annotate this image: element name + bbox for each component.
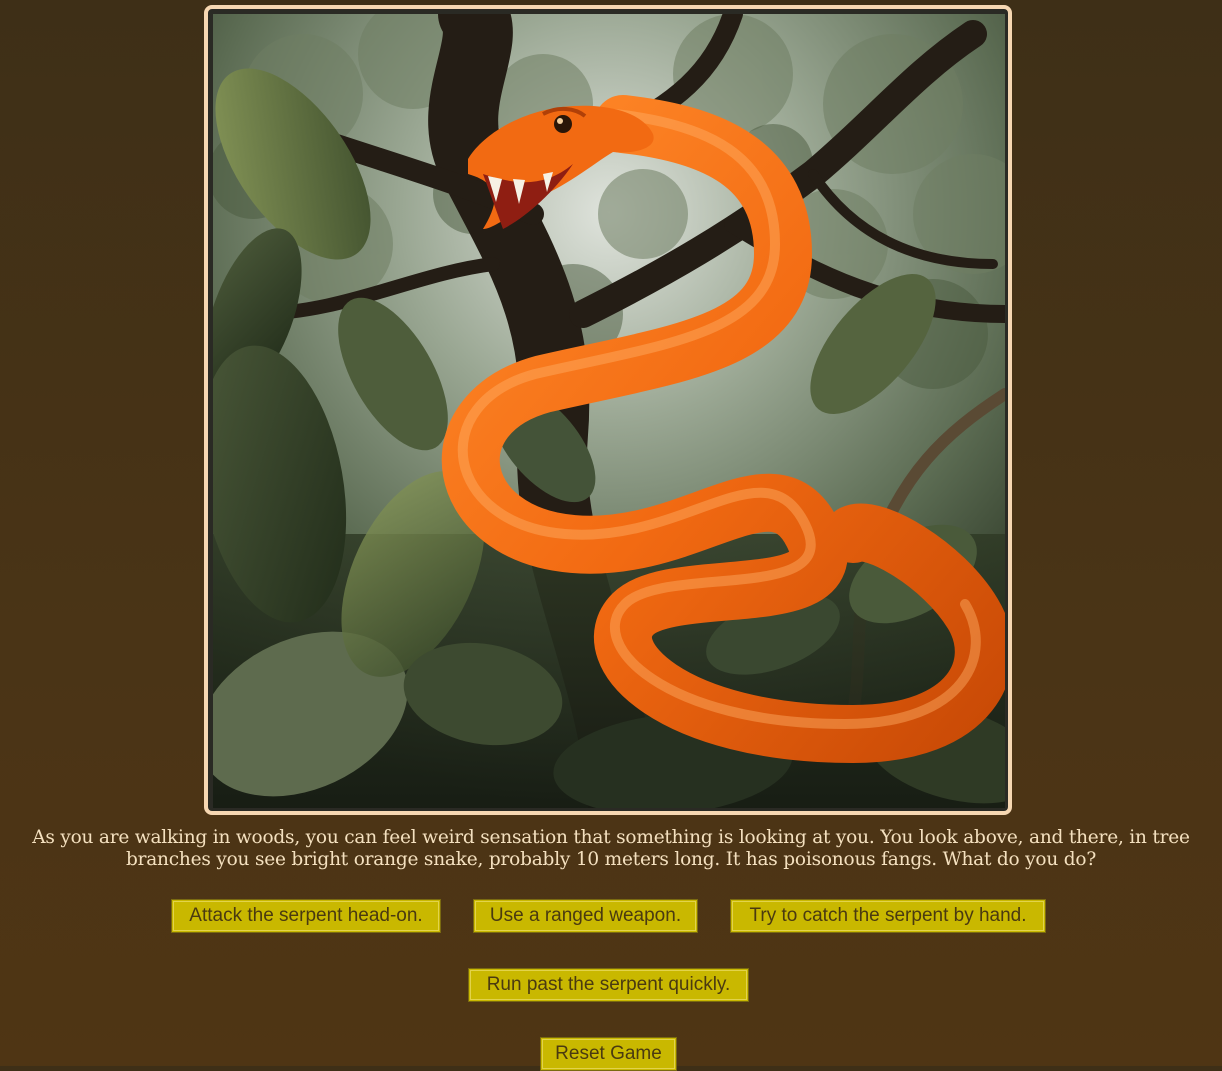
scene-frame bbox=[204, 5, 1012, 815]
choice-ranged-weapon-button[interactable]: Use a ranged weapon. bbox=[473, 899, 698, 933]
choice-catch-by-hand-button[interactable]: Try to catch the serpent by hand. bbox=[730, 899, 1046, 933]
scene-image bbox=[213, 14, 1005, 808]
orange-serpent-in-jungle-tree-illustration bbox=[213, 14, 1005, 808]
choice-attack-button[interactable]: Attack the serpent head-on. bbox=[171, 899, 441, 933]
choice-run-past-button[interactable]: Run past the serpent quickly. bbox=[468, 968, 749, 1002]
story-text: As you are walking in woods, you can fee… bbox=[32, 827, 1190, 870]
